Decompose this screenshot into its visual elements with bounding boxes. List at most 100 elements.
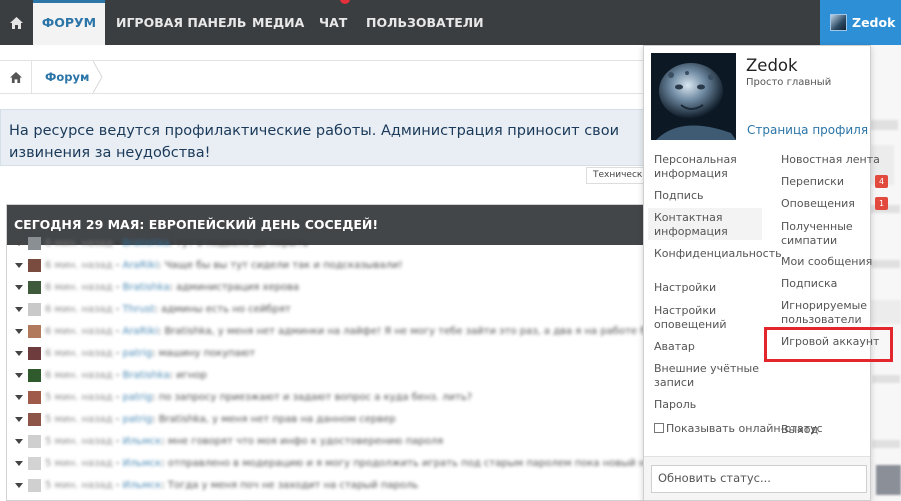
chat-avatar[interactable] bbox=[28, 259, 41, 272]
chat-time: 5 мин. назад bbox=[45, 458, 113, 469]
chat-message-text: 5 мин. назад - Ильмск: Тогда у меня поч … bbox=[45, 480, 419, 491]
tab-forum[interactable]: ФОРУМ bbox=[33, 0, 105, 45]
chat-message-row: 6 мин. назад - AraRiki: Bratishka, у мен… bbox=[7, 321, 645, 343]
home-icon[interactable] bbox=[0, 0, 33, 45]
menu-alert-settings[interactable]: Настройки оповещений bbox=[654, 304, 762, 331]
chat-avatar[interactable] bbox=[28, 237, 41, 250]
chat-username[interactable]: patrig bbox=[122, 348, 152, 359]
chat-message-text: 5 мин. назад - patrig: по запросу приезж… bbox=[45, 392, 473, 403]
chat-time: 5 мин. назад bbox=[45, 480, 113, 491]
checkbox-icon[interactable] bbox=[654, 423, 664, 433]
chat-username[interactable]: AraRiki bbox=[122, 260, 157, 271]
tab-users[interactable]: ПОЛЬЗОВАТЕЛИ bbox=[366, 0, 484, 45]
maintenance-notice: На ресурсе ведутся профилактические рабо… bbox=[0, 109, 645, 166]
chat-message-text: 6 мин. назад - patrig: машину покупают bbox=[45, 348, 256, 359]
menu-privacy[interactable]: Конфиденциальность bbox=[654, 247, 782, 261]
menu-subscriptions[interactable]: Подписка bbox=[781, 277, 881, 291]
chat-message-text: 5 мин. назад - patrig: Bratishka, у меня… bbox=[45, 414, 396, 425]
collapse-arrow-icon[interactable] bbox=[15, 285, 23, 290]
chat-username[interactable]: Bratishka bbox=[122, 370, 169, 381]
chat-avatar[interactable] bbox=[28, 457, 41, 470]
chat-message-row: 5 мин. назад - patrig: по запросу приезж… bbox=[7, 387, 645, 409]
chat-time: 6 мин. назад bbox=[45, 260, 113, 271]
collapse-arrow-icon[interactable] bbox=[15, 461, 23, 466]
chat-message-row: 6 мин. назад - Bratishka: администрация … bbox=[7, 277, 645, 299]
chat-message-list[interactable]: 6 мин. назад - Bratishka: тут в подвале … bbox=[7, 237, 645, 500]
chat-username[interactable]: Ильмск bbox=[122, 458, 161, 469]
chat-avatar[interactable] bbox=[28, 281, 41, 294]
menu-alerts[interactable]: Оповещения bbox=[781, 197, 881, 211]
chat-message-text: 6 мин. назад - Bratishka: тут в подвале … bbox=[45, 238, 309, 249]
notice-tag[interactable]: Технические bbox=[586, 167, 646, 184]
collapse-arrow-icon[interactable] bbox=[15, 395, 23, 400]
chat-message-text: 6 мин. назад - Thrust: админы есть но се… bbox=[45, 304, 291, 315]
collapse-arrow-icon[interactable] bbox=[15, 417, 23, 422]
profile-page-link[interactable]: Страница профиля bbox=[747, 123, 868, 137]
user-menu-button[interactable]: Zedok bbox=[820, 0, 901, 45]
chat-avatar[interactable] bbox=[28, 347, 41, 360]
collapse-arrow-icon[interactable] bbox=[15, 329, 23, 334]
chat-username[interactable]: Bratishka bbox=[122, 238, 169, 249]
breadcrumb: Форум bbox=[0, 60, 645, 94]
chat-username[interactable]: Ильмск bbox=[122, 436, 161, 447]
collapse-arrow-icon[interactable] bbox=[15, 241, 23, 246]
chat-username[interactable]: Ильмск bbox=[122, 480, 161, 491]
chat-message-row: 5 мин. назад - Ильмск: Тогда у меня поч … bbox=[7, 475, 645, 497]
chat-text: игнор bbox=[176, 370, 207, 381]
menu-settings[interactable]: Настройки bbox=[654, 281, 762, 295]
menu-external-accounts[interactable]: Внешние учётные записи bbox=[654, 362, 762, 389]
chat-username[interactable]: patrig bbox=[122, 414, 152, 425]
tab-game-panel[interactable]: ИГРОВАЯ ПАНЕЛЬ bbox=[116, 0, 246, 45]
chat-avatar[interactable] bbox=[28, 369, 41, 382]
chat-avatar[interactable] bbox=[28, 413, 41, 426]
chat-avatar[interactable] bbox=[28, 391, 41, 404]
chat-text: администрация херова bbox=[176, 282, 300, 293]
chat-avatar[interactable] bbox=[28, 325, 41, 338]
profile-avatar[interactable] bbox=[651, 53, 736, 140]
chat-text: Тогда у меня поч не заходит на старый па… bbox=[167, 480, 419, 491]
menu-my-posts[interactable]: Мои сообщения bbox=[781, 255, 881, 269]
menu-personal-info[interactable]: Персональная информация bbox=[654, 153, 762, 180]
chat-username[interactable]: AraRiki bbox=[122, 326, 157, 337]
profile-username[interactable]: Zedok bbox=[746, 56, 798, 75]
menu-avatar[interactable]: Аватар bbox=[654, 340, 762, 354]
breadcrumb-home-icon[interactable] bbox=[0, 61, 32, 93]
collapse-arrow-icon[interactable] bbox=[15, 483, 23, 488]
chat-time: 5 мин. назад bbox=[45, 414, 113, 425]
chat-avatar[interactable] bbox=[28, 435, 41, 448]
collapse-arrow-icon[interactable] bbox=[15, 439, 23, 444]
tab-media[interactable]: МЕДИА bbox=[252, 0, 304, 45]
chat-time: 6 мин. назад bbox=[45, 370, 113, 381]
chat-avatar[interactable] bbox=[28, 479, 41, 492]
menu-ignored-users[interactable]: Игнорируемые пользователи bbox=[781, 299, 881, 326]
collapse-arrow-icon[interactable] bbox=[15, 373, 23, 378]
menu-contact-info[interactable]: Контактная информация bbox=[648, 208, 762, 240]
collapse-arrow-icon[interactable] bbox=[15, 263, 23, 268]
tab-chat[interactable]: ЧАТ bbox=[319, 0, 347, 45]
chat-text: тут в подвале ди порыть bbox=[176, 238, 309, 249]
menu-conversations[interactable]: Переписки bbox=[781, 175, 881, 189]
chat-username[interactable]: Thrust bbox=[122, 304, 154, 315]
collapse-arrow-icon[interactable] bbox=[15, 307, 23, 312]
status-footer: Обновить статус... bbox=[644, 456, 870, 500]
chat-text: Bratishka, у меня нет прав на данном сер… bbox=[158, 414, 396, 425]
status-input[interactable]: Обновить статус... bbox=[651, 465, 867, 493]
chat-username[interactable]: patrig bbox=[122, 392, 152, 403]
chat-message-row: 6 мин. назад - Bratishka: игнор bbox=[7, 365, 645, 387]
menu-password[interactable]: Пароль bbox=[654, 398, 762, 412]
breadcrumb-forum[interactable]: Форум bbox=[45, 61, 89, 93]
chat-avatar[interactable] bbox=[28, 303, 41, 316]
notice-text: На ресурсе ведутся профилактические рабо… bbox=[9, 123, 620, 161]
chat-message-text: 5 мин. назад - Ильмск: мне говорят что м… bbox=[45, 436, 444, 447]
menu-likes-received[interactable]: Полученные симпатии bbox=[781, 220, 881, 247]
chat-time: 5 мин. назад bbox=[45, 392, 113, 403]
menu-signature[interactable]: Подпись bbox=[654, 189, 762, 203]
chat-message-text: 5 мин. назад - Ильмск: отправлено в моде… bbox=[45, 453, 645, 475]
menu-news-feed[interactable]: Новостная лента bbox=[781, 153, 881, 167]
chat-time: 6 мин. назад bbox=[45, 282, 113, 293]
logout-link[interactable]: Выход bbox=[781, 423, 818, 436]
collapse-arrow-icon[interactable] bbox=[15, 351, 23, 356]
user-dropdown-menu: Zedok Просто главный Страница профиля Пе… bbox=[643, 45, 893, 501]
chat-username[interactable]: Bratishka bbox=[122, 282, 169, 293]
avatar bbox=[830, 14, 847, 31]
